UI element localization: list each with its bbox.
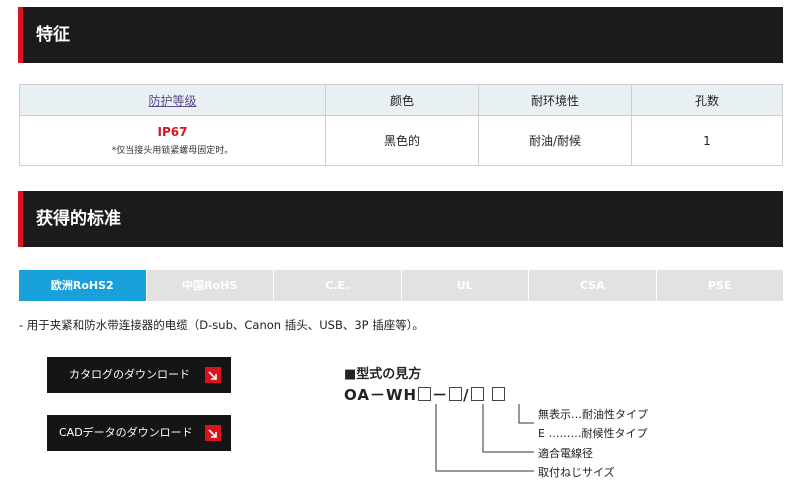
- model-leader-lines: [435, 404, 534, 472]
- legend-cable: 適合電線径: [538, 447, 593, 460]
- arrow-download-icon: [205, 425, 221, 441]
- header-resistance: 耐环境性: [478, 84, 632, 116]
- features-heading: 特征: [18, 7, 783, 63]
- tab-china-rohs[interactable]: 中国RoHS: [145, 270, 273, 301]
- standards-heading: 获得的标准: [18, 191, 783, 247]
- cell-protection: IP67 *仅当接头用锁紧螺母固定时。: [19, 115, 326, 166]
- tab-pse[interactable]: PSE: [655, 270, 783, 301]
- legend-thread: 取付ねじサイズ: [538, 466, 615, 479]
- usage-text: - 用于夹紧和防水带连接器的电缆（D-sub、Canon 插头、USB、3P 插…: [19, 318, 424, 332]
- header-protection[interactable]: 防护等级: [19, 84, 326, 116]
- standards-tabs: 欧洲RoHS2 中国RoHS C.E. UL CSA PSE: [19, 270, 783, 301]
- cell-resistance: 耐油/耐候: [478, 115, 632, 166]
- header-color: 颜色: [325, 84, 479, 116]
- tab-ce[interactable]: C.E.: [273, 270, 401, 301]
- cad-download-button[interactable]: CADデータのダウンロード: [47, 415, 231, 451]
- tab-eu-rohs2[interactable]: 欧洲RoHS2: [19, 270, 146, 301]
- arrow-download-icon: [205, 367, 221, 383]
- cell-holes: 1: [631, 115, 783, 166]
- cell-color: 黑色的: [325, 115, 479, 166]
- legend-oil: 無表示…耐油性タイプ: [538, 408, 648, 421]
- table-row: IP67 *仅当接头用锁紧螺母固定时。 黑色的 耐油/耐候 1: [19, 115, 783, 166]
- catalog-download-label: カタログのダウンロード: [69, 368, 190, 381]
- standards-heading-text: 获得的标准: [36, 209, 121, 229]
- features-table: 防护等级 颜色 耐环境性 孔数 IP67 *仅当接头用锁紧螺母固定时。 黑色的 …: [19, 84, 783, 166]
- legend-weather: E ………耐候性タイプ: [538, 427, 648, 440]
- protection-link[interactable]: 防护等级: [148, 94, 196, 108]
- catalog-download-button[interactable]: カタログのダウンロード: [47, 357, 231, 393]
- tab-ul[interactable]: UL: [400, 270, 528, 301]
- tab-csa[interactable]: CSA: [528, 270, 656, 301]
- features-heading-text: 特征: [36, 25, 70, 45]
- protection-note: *仅当接头用锁紧螺母固定时。: [111, 146, 234, 156]
- header-holes: 孔数: [631, 84, 783, 116]
- table-header-row: 防护等级 颜色 耐环境性 孔数: [19, 84, 783, 116]
- cad-download-label: CADデータのダウンロード: [59, 426, 193, 439]
- protection-value: IP67: [157, 125, 188, 139]
